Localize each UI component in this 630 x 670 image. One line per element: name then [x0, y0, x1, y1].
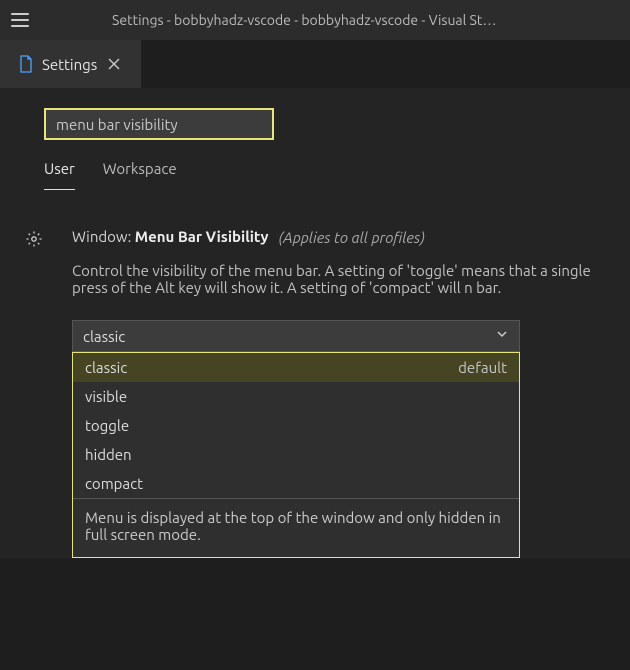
window-title: Settings - bobbyhadz-vscode - bobbyhadz-…	[112, 12, 496, 28]
option-label: hidden	[85, 446, 132, 463]
tab-settings[interactable]: Settings	[0, 40, 141, 88]
settings-container: Window: Menu Bar Visibility (Applies to …	[0, 200, 630, 558]
file-icon	[18, 55, 34, 73]
setting-title-row: Window: Menu Bar Visibility (Applies to …	[72, 228, 602, 246]
dropdown-option-classic[interactable]: classic default	[73, 353, 519, 382]
dropdown-description: Menu is displayed at the top of the wind…	[73, 498, 519, 557]
setting-selected-value: classic	[83, 328, 125, 345]
tab-label: Settings	[42, 56, 97, 73]
scope-tabs: User Workspace	[0, 150, 630, 200]
dropdown-option-toggle[interactable]: toggle	[73, 411, 519, 440]
search-wrap	[0, 88, 630, 150]
setting-category: Window: Menu Bar Visibility	[72, 228, 268, 246]
close-icon[interactable]	[105, 55, 123, 73]
setting-name: Menu Bar Visibility	[135, 228, 269, 245]
gear-icon[interactable]	[25, 230, 43, 248]
titlebar: Settings - bobbyhadz-vscode - bobbyhadz-…	[0, 0, 630, 40]
option-label: visible	[85, 388, 127, 405]
scope-workspace[interactable]: Workspace	[103, 150, 177, 190]
dropdown-option-visible[interactable]: visible	[73, 382, 519, 411]
setting-select[interactable]: classic	[72, 320, 520, 352]
scope-user[interactable]: User	[44, 150, 75, 190]
setting-item: Window: Menu Bar Visibility (Applies to …	[72, 228, 602, 558]
settings-search-input[interactable]	[44, 108, 274, 140]
menu-icon[interactable]	[8, 8, 32, 32]
tabstrip: Settings	[0, 40, 630, 88]
chevron-down-icon	[495, 327, 509, 345]
setting-dropdown: classic default visible toggle hidden co…	[72, 352, 520, 558]
setting-applies: (Applies to all profiles)	[278, 229, 424, 246]
dropdown-option-compact[interactable]: compact	[73, 469, 519, 498]
option-label: classic	[85, 359, 127, 376]
option-label: compact	[85, 475, 143, 492]
setting-description: Control the visibility of the menu bar. …	[72, 262, 602, 296]
dropdown-option-hidden[interactable]: hidden	[73, 440, 519, 469]
option-label: toggle	[85, 417, 129, 434]
option-tag: default	[458, 359, 507, 376]
